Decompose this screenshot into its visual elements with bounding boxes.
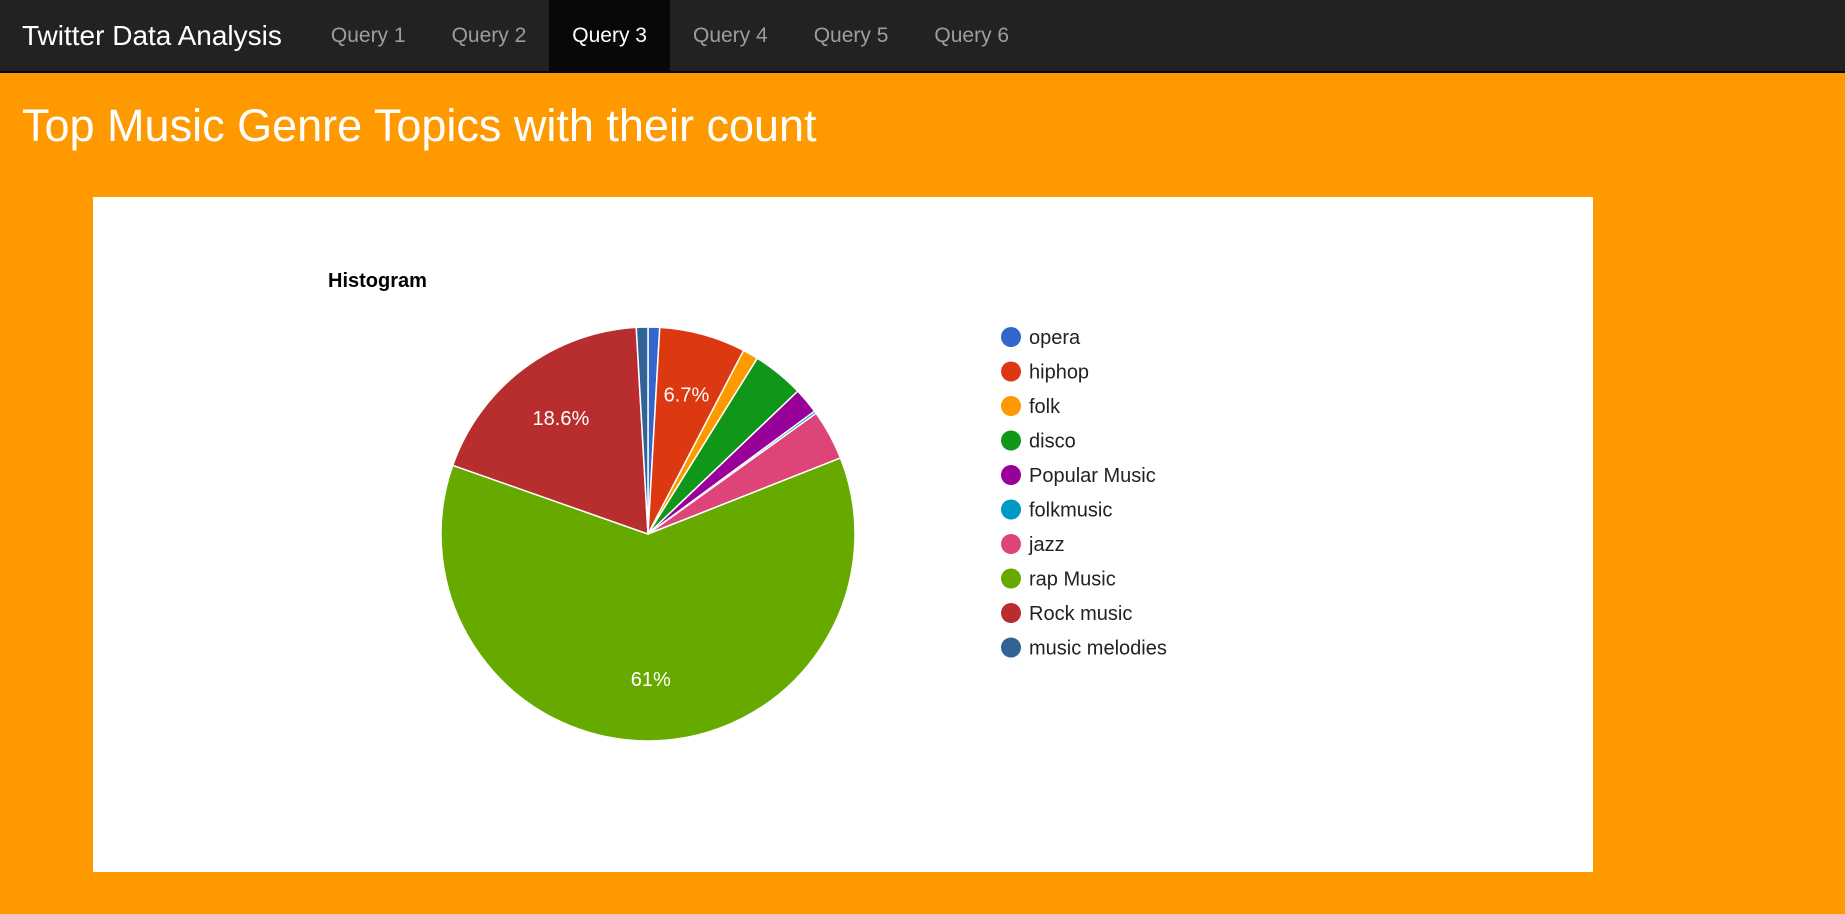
legend-swatch [1001,499,1021,520]
legend-swatch [1001,465,1021,485]
pie-chart: Histogram 6.7% 61% 18.6% opera hiphop folk di… [328,270,1167,742]
legend-label[interactable]: folkmusic [1029,500,1112,522]
nav-query-1[interactable]: Query 1 [308,0,429,71]
legend-swatch [1001,327,1021,347]
top-navbar: Twitter Data Analysis Query 1 Query 2 Qu… [0,0,1845,73]
legend-swatch [1001,361,1021,382]
legend-label[interactable]: rap Music [1029,569,1116,591]
pie-data-label: 61% [631,669,671,691]
legend-label[interactable]: disco [1029,431,1076,453]
brand-link[interactable]: Twitter Data Analysis [0,0,304,71]
pie-data-label: 18.6% [533,408,590,430]
nav-query-3[interactable]: Query 3 [549,0,670,71]
legend-label[interactable]: Popular Music [1029,465,1156,487]
chart-panel: Histogram 6.7% 61% 18.6% opera hiphop folk di… [93,197,1593,872]
legend-swatch [1001,534,1021,554]
nav-query-6[interactable]: Query 6 [911,0,1032,71]
legend-label[interactable]: hiphop [1029,362,1089,384]
legend-swatch [1001,603,1021,623]
legend-swatch [1001,568,1021,589]
legend-label[interactable]: jazz [1028,534,1065,556]
legend-label[interactable]: music melodies [1029,638,1167,660]
pie-data-label: 6.7% [664,384,710,406]
legend-label[interactable]: Rock music [1029,603,1132,625]
nav-query-5[interactable]: Query 5 [791,0,912,71]
legend-label[interactable]: opera [1029,327,1081,349]
nav-query-2[interactable]: Query 2 [429,0,550,71]
chart-title: Histogram [328,270,427,292]
legend-label[interactable]: folk [1029,396,1061,418]
legend-swatch [1001,637,1021,658]
page-title: Top Music Genre Topics with their count [22,100,817,151]
legend-swatch [1001,396,1021,416]
legend-swatch [1001,430,1021,451]
nav-query-4[interactable]: Query 4 [670,0,791,71]
chart-legend: opera hiphop folk disco Popular Music folkmus… [1001,327,1167,660]
